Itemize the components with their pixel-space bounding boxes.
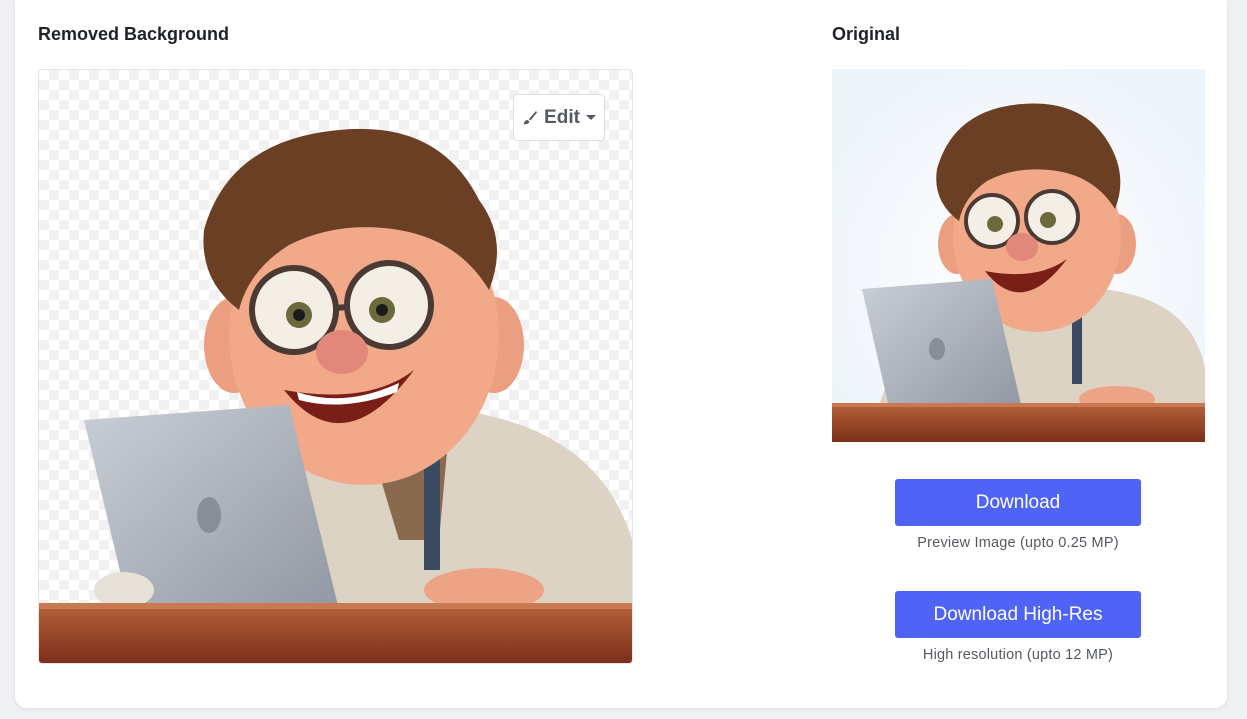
caret-down-icon <box>585 115 596 120</box>
high-res-caption: High resolution (upto 12 MP) <box>922 647 1114 663</box>
removed-background-image <box>38 69 633 664</box>
edit-dropdown-button[interactable]: Edit <box>513 94 605 141</box>
preview-caption: Preview Image (upto 0.25 MP) <box>917 535 1119 551</box>
download-high-res-button[interactable]: Download High-Res <box>895 591 1141 638</box>
download-button[interactable]: Download <box>895 479 1141 526</box>
edit-label: Edit <box>544 106 580 128</box>
original-image <box>832 69 1205 442</box>
removed-background-title: Removed Background <box>38 24 230 44</box>
original-illustration <box>832 69 1205 442</box>
cutout-illustration <box>39 128 632 663</box>
result-card: Removed Background Original Edit Downloa… <box>15 0 1227 708</box>
original-title: Original <box>832 24 901 44</box>
brush-icon <box>524 110 538 124</box>
